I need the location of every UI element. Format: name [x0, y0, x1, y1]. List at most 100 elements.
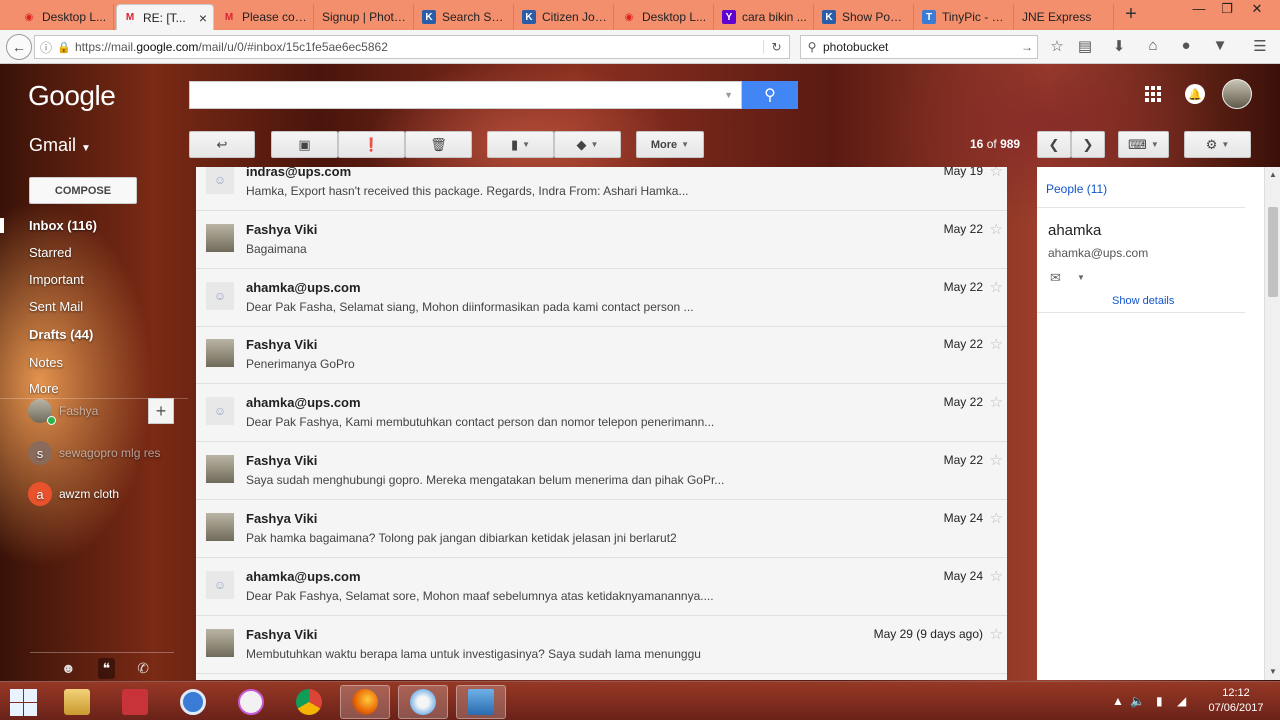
star-icon[interactable]: ☆: [990, 451, 1003, 469]
itunes-icon[interactable]: [226, 685, 276, 719]
battery-icon[interactable]: ▮: [1156, 694, 1163, 708]
scroll-down-icon[interactable]: ▼: [1265, 667, 1280, 676]
browser-tab[interactable]: ◉ Desktop L...: [16, 4, 114, 30]
star-icon[interactable]: ☆: [990, 335, 1003, 353]
person-icon[interactable]: ☻: [61, 660, 76, 676]
sidebar-item-sent[interactable]: Sent Mail: [29, 299, 83, 314]
labels-button[interactable]: ◆ ▼: [554, 131, 621, 158]
back-button[interactable]: ←: [6, 34, 32, 60]
older-button[interactable]: ❯: [1071, 131, 1105, 158]
arrow-right-icon[interactable]: →: [1017, 40, 1037, 54]
home-icon[interactable]: ⌂: [1141, 37, 1165, 54]
restore-icon[interactable]: ❐: [1214, 0, 1240, 20]
star-icon[interactable]: ☆: [1045, 37, 1069, 55]
scroll-up-icon[interactable]: ▲: [1265, 170, 1280, 179]
compose-button[interactable]: COMPOSE: [29, 177, 137, 204]
hangout-contact[interactable]: a awzm cloth: [28, 481, 169, 507]
star-icon[interactable]: ☆: [990, 509, 1003, 527]
new-tab-button[interactable]: +: [1120, 4, 1142, 26]
browser-tab[interactable]: T TinyPic - F...: [916, 4, 1014, 30]
puzzle-app-icon[interactable]: [110, 685, 160, 719]
browser-tab[interactable]: K Show Post...: [816, 4, 914, 30]
show-hidden-icons[interactable]: ▲: [1112, 694, 1124, 708]
input-tools-button[interactable]: ⌨ ▼: [1118, 131, 1169, 158]
newer-button[interactable]: ❮: [1037, 131, 1071, 158]
settings-button[interactable]: ⚙ ▼: [1184, 131, 1251, 158]
star-icon[interactable]: ☆: [990, 393, 1003, 411]
more-actions-button[interactable]: More ▼: [636, 131, 704, 158]
show-details-link[interactable]: Show details: [1112, 295, 1174, 307]
pocket-icon[interactable]: ▼: [1208, 37, 1232, 54]
move-to-button[interactable]: ▮ ▼: [487, 131, 554, 158]
new-conversation-button[interactable]: +: [148, 398, 174, 424]
browser-tab-active[interactable]: M RE: [T... ×: [116, 4, 214, 30]
list-item[interactable]: Fashya Viki Penerimanya GoPro May 22 ☆: [196, 327, 1007, 384]
chrome-icon[interactable]: [284, 685, 334, 719]
photo-viewer-icon[interactable]: [456, 685, 506, 719]
star-icon[interactable]: ☆: [990, 167, 1003, 180]
browser-app-icon[interactable]: [168, 685, 218, 719]
menu-icon[interactable]: ☰: [1248, 37, 1272, 55]
browser-tab[interactable]: K Citizen Jou...: [516, 4, 614, 30]
mail-search-input[interactable]: ▼: [189, 81, 742, 109]
archive-button[interactable]: ▣: [271, 131, 338, 158]
reload-icon[interactable]: ↻: [763, 40, 789, 54]
list-item[interactable]: Fashya Viki Bagaimana May 22 ☆: [196, 212, 1007, 269]
sidebar-item-important[interactable]: Important: [29, 272, 84, 287]
download-icon[interactable]: ⬇: [1107, 37, 1131, 55]
people-link[interactable]: People (11): [1046, 182, 1107, 196]
star-icon[interactable]: ☆: [990, 567, 1003, 585]
page-scrollbar[interactable]: ▲ ▼: [1264, 167, 1280, 680]
back-to-inbox-button[interactable]: ↩: [189, 131, 255, 158]
firefox-icon[interactable]: [340, 685, 390, 719]
star-icon[interactable]: ☆: [990, 220, 1003, 238]
sidebar-item-starred[interactable]: Starred: [29, 245, 72, 260]
list-item[interactable]: ☺ ahamka@ups.com Dear Pak Fashya, Selama…: [196, 559, 1007, 616]
sidebar-item-drafts[interactable]: Drafts (44): [29, 327, 93, 342]
chevron-down-icon[interactable]: ▼: [724, 90, 733, 100]
browser-tab[interactable]: K Search SU...: [416, 4, 514, 30]
star-icon[interactable]: ☆: [990, 625, 1003, 643]
chevron-down-icon[interactable]: ▼: [1077, 273, 1085, 282]
phone-icon[interactable]: ✆: [137, 660, 149, 677]
mail-icon[interactable]: ✉: [1050, 270, 1061, 286]
sidebar-item-more[interactable]: More: [29, 381, 59, 395]
apps-grid-icon[interactable]: [1143, 84, 1163, 104]
list-item[interactable]: ☺ ahamka@ups.com Dear Pak Fasha, Selamat…: [196, 270, 1007, 327]
file-explorer-icon[interactable]: [52, 685, 102, 719]
list-item[interactable]: Fashya Viki Pak hamka bagaimana? Tolong …: [196, 501, 1007, 558]
google-logo[interactable]: Google: [28, 80, 116, 112]
address-bar[interactable]: ⓘ 🔒 https://mail.google.com/mail/u/0/#in…: [34, 35, 790, 59]
notifications-bell-icon[interactable]: 🔔: [1185, 84, 1205, 104]
list-item[interactable]: ☺ indras@ups.com Hamka, Export hasn't re…: [196, 167, 1007, 211]
list-item[interactable]: ☺ ahamka@ups.com Dear Pak Fashya, Kami m…: [196, 385, 1007, 442]
delete-button[interactable]: 🗑: [405, 131, 472, 158]
paint-app-icon[interactable]: [398, 685, 448, 719]
search-button[interactable]: ⚲: [742, 81, 798, 109]
system-clock[interactable]: 12:12 07/06/2017: [1200, 686, 1272, 716]
close-window-icon[interactable]: ✕: [1244, 0, 1270, 20]
report-spam-button[interactable]: ❗: [338, 131, 405, 158]
chat-icon[interactable]: ●: [1174, 37, 1198, 54]
gmail-app-switcher[interactable]: Gmail ▼: [29, 135, 91, 156]
hangout-contact[interactable]: s sewagopro mlg res: [28, 440, 169, 466]
list-item[interactable]: Fashya Viki Saya sudah menghubungi gopro…: [196, 443, 1007, 500]
minimize-icon[interactable]: —: [1186, 0, 1212, 20]
close-tab-icon[interactable]: ×: [195, 10, 207, 26]
list-item[interactable]: Fashya Viki Membutuhkan waktu berapa lam…: [196, 617, 1007, 674]
browser-tab[interactable]: Y cara bikin ...: [716, 4, 814, 30]
sidebar-item-inbox[interactable]: Inbox (116): [0, 218, 172, 233]
account-avatar[interactable]: [1222, 79, 1252, 109]
star-icon[interactable]: ☆: [990, 278, 1003, 296]
volume-icon[interactable]: 🔈: [1130, 694, 1145, 708]
hangouts-icon[interactable]: ❝: [97, 657, 116, 679]
reading-list-icon[interactable]: ▤: [1073, 37, 1097, 55]
browser-tab[interactable]: Signup | Photo...: [316, 4, 414, 30]
sidebar-item-notes[interactable]: Notes: [29, 355, 63, 370]
browser-tab[interactable]: M Please con...: [216, 4, 314, 30]
windows-start-button[interactable]: [8, 687, 38, 717]
scrollbar-thumb[interactable]: [1268, 207, 1278, 297]
signal-icon[interactable]: ◢: [1177, 694, 1186, 708]
browser-tab[interactable]: ◉ Desktop L...: [616, 4, 714, 30]
browser-search-box[interactable]: ⚲ photobucket →: [800, 35, 1038, 59]
